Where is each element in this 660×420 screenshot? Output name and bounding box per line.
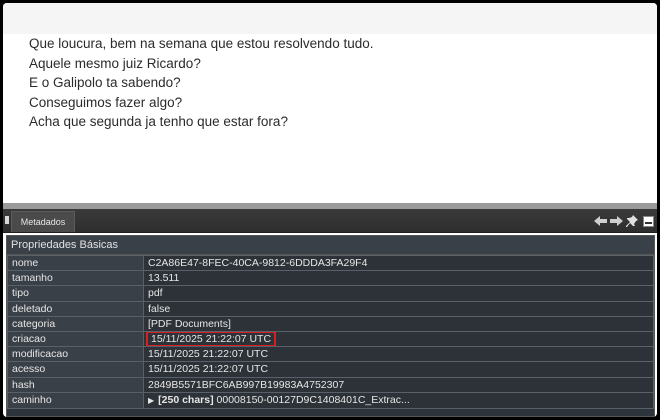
- property-key: criacao: [7, 330, 144, 348]
- table-row[interactable]: criacao 15/11/2025 21:22:07 UTC: [7, 330, 654, 348]
- arrow-right-icon[interactable]: [609, 214, 623, 228]
- property-value: C2A86E47-8FEC-40CA-9812-6DDDA3FA29F4: [143, 254, 654, 272]
- document-line: Conseguimos fazer algo?: [29, 94, 183, 110]
- tab-grip[interactable]: [5, 216, 9, 224]
- table-row[interactable]: acesso 15/11/2025 21:22:07 UTC: [7, 361, 654, 378]
- document-text: Que loucura, bem na semana que estou res…: [29, 34, 373, 132]
- document-viewer: Que loucura, bem na semana que estou res…: [3, 3, 657, 203]
- property-key: nome: [7, 254, 144, 272]
- properties-title: Propriedades Básicas: [7, 236, 654, 255]
- pin-icon[interactable]: [625, 214, 639, 228]
- property-value: false: [143, 300, 654, 317]
- table-row[interactable]: hash 2849B5571BFC6AB997B19983A4752307: [7, 376, 654, 393]
- arrow-left-icon[interactable]: [593, 214, 607, 228]
- table-row[interactable]: caminho ▶ [250 chars] 00008150-00127D9C14…: [7, 391, 654, 409]
- property-value-cell: ▶ [250 chars] 00008150-00127D9C1408401C_E…: [143, 391, 654, 409]
- property-value: [PDF Documents]: [143, 315, 654, 332]
- document-line: Que loucura, bem na semana que estou res…: [29, 36, 374, 51]
- metadata-tabbar: Metadados: [3, 209, 657, 233]
- property-key: deletado: [7, 300, 144, 317]
- minimize-icon[interactable]: [641, 214, 655, 228]
- properties-table: nome C2A86E47-8FEC-40CA-9812-6DDDA3FA29F…: [7, 254, 654, 409]
- app-window: Que loucura, bem na semana que estou res…: [3, 3, 657, 417]
- document-line: Aquele mesmo juiz Ricardo?: [29, 55, 201, 71]
- table-row[interactable]: modificacao 15/11/2025 21:22:07 UTC: [7, 346, 654, 363]
- highlighted-value: 15/11/2025 21:22:07 UTC: [145, 332, 277, 346]
- expand-triangle-icon[interactable]: ▶: [148, 396, 154, 405]
- property-key: modificacao: [7, 346, 144, 363]
- document-line: E o Galipolo ta sabendo?: [29, 75, 181, 90]
- property-value: 13.511: [143, 270, 654, 287]
- path-value: 00008150-00127D9C1408401C_Extrac...: [216, 393, 410, 406]
- table-row[interactable]: categoria [PDF Documents]: [7, 315, 654, 332]
- property-key: categoria: [7, 315, 144, 332]
- property-key: caminho: [7, 391, 144, 409]
- property-value: 15/11/2025 21:22:07 UTC: [143, 361, 654, 378]
- table-row[interactable]: deletado false: [7, 300, 654, 317]
- property-key: tamanho: [7, 270, 144, 287]
- property-key: tipo: [7, 285, 144, 302]
- tabbar-toolbar: [593, 213, 655, 229]
- tab-metadados[interactable]: Metadados: [11, 211, 75, 232]
- properties-panel: Propriedades Básicas nome C2A86E47-8FEC-…: [6, 235, 655, 417]
- table-row[interactable]: tipo pdf: [7, 285, 654, 302]
- table-row[interactable]: tamanho 13.511: [7, 270, 654, 287]
- path-length-label: [250 chars]: [158, 393, 214, 406]
- document-line: Acha que segunda ja tenho que estar fora…: [29, 114, 288, 129]
- table-row[interactable]: nome C2A86E47-8FEC-40CA-9812-6DDDA3FA29F…: [7, 254, 654, 272]
- document-top-strip: [3, 3, 657, 34]
- property-value: 15/11/2025 21:22:07 UTC: [143, 346, 654, 363]
- property-key: acesso: [7, 361, 144, 378]
- property-value: pdf: [143, 285, 654, 302]
- property-value-cell: 15/11/2025 21:22:07 UTC: [143, 330, 654, 348]
- property-value: 2849B5571BFC6AB997B19983A4752307: [143, 376, 654, 393]
- property-key: hash: [7, 376, 144, 393]
